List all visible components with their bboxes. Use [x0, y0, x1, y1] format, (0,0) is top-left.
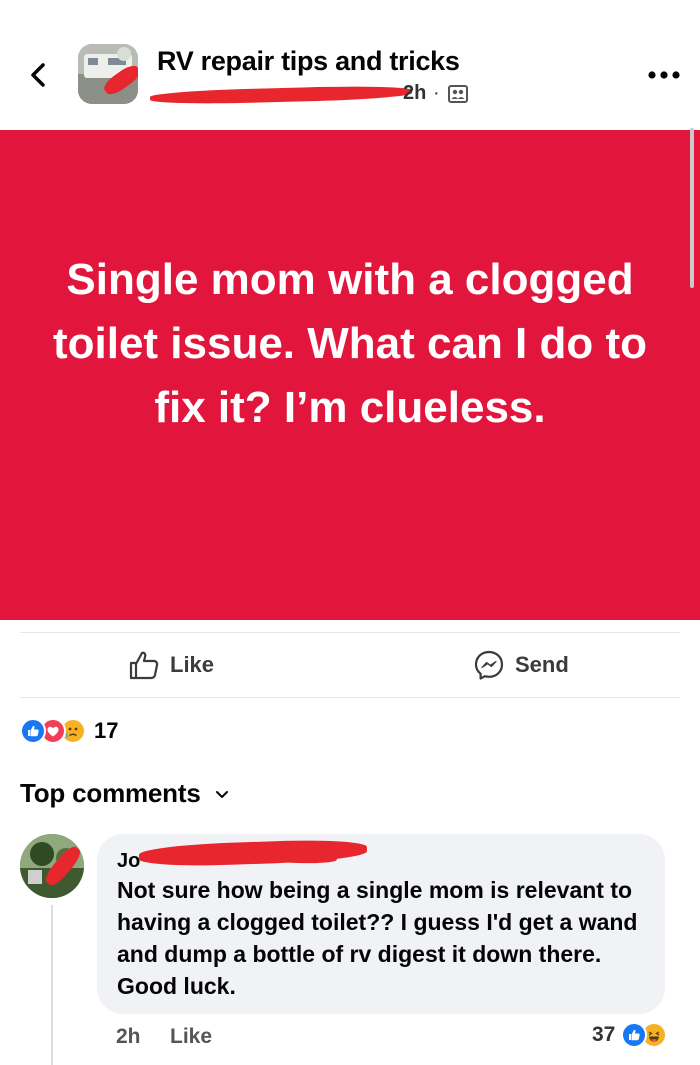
- like-button[interactable]: Like: [128, 648, 214, 682]
- send-button[interactable]: Send: [473, 648, 569, 682]
- divider: [20, 697, 680, 698]
- messenger-icon: [474, 650, 504, 680]
- comment-sort-dropdown[interactable]: Top comments: [20, 778, 233, 809]
- reactions-summary[interactable]: 17: [20, 716, 118, 746]
- scrollbar[interactable]: [690, 128, 694, 288]
- post-text: Single mom with a clogged toilet issue. …: [52, 255, 648, 432]
- reply-thread-line: [51, 905, 53, 1065]
- divider: [20, 632, 680, 633]
- more-options-button[interactable]: [646, 68, 682, 82]
- comment-author[interactable]: Jo: [117, 850, 140, 873]
- group-title[interactable]: RV repair tips and tricks: [157, 46, 460, 77]
- reaction-count: 17: [94, 718, 119, 743]
- meta-separator: ·: [433, 82, 440, 104]
- chevron-down-icon: [215, 790, 228, 798]
- back-button[interactable]: [26, 58, 50, 92]
- post-time[interactable]: 2h: [403, 82, 426, 105]
- group-avatar[interactable]: [78, 44, 138, 104]
- top-comments-label: Top comments: [20, 778, 201, 808]
- send-label: Send: [515, 652, 569, 677]
- comment-bubble[interactable]: Jo Not sure how being a single mom is re…: [97, 834, 665, 1014]
- comment-reaction-count: 37: [592, 1023, 616, 1046]
- commenter-avatar[interactable]: [20, 834, 84, 898]
- comment-time[interactable]: 2h: [116, 1025, 141, 1049]
- like-icon: [20, 718, 46, 744]
- comment-like-button[interactable]: Like: [170, 1025, 212, 1049]
- like-icon: [621, 1022, 648, 1048]
- comment-text: Not sure how being a single mom is relev…: [117, 877, 638, 999]
- post-meta: 2h ·: [149, 82, 480, 108]
- like-label: Like: [170, 652, 215, 677]
- chevron-left-icon: [31, 63, 45, 87]
- more-icon: [648, 71, 680, 79]
- comment-reactions[interactable]: 37: [592, 1022, 668, 1048]
- post-header: RV repair tips and tricks 2h ·: [0, 0, 700, 130]
- redaction-mark: [149, 84, 413, 106]
- post-background[interactable]: Single mom with a clogged toilet issue. …: [0, 130, 700, 620]
- group-audience-icon: [448, 85, 468, 103]
- thumbs-up-icon: [129, 651, 159, 680]
